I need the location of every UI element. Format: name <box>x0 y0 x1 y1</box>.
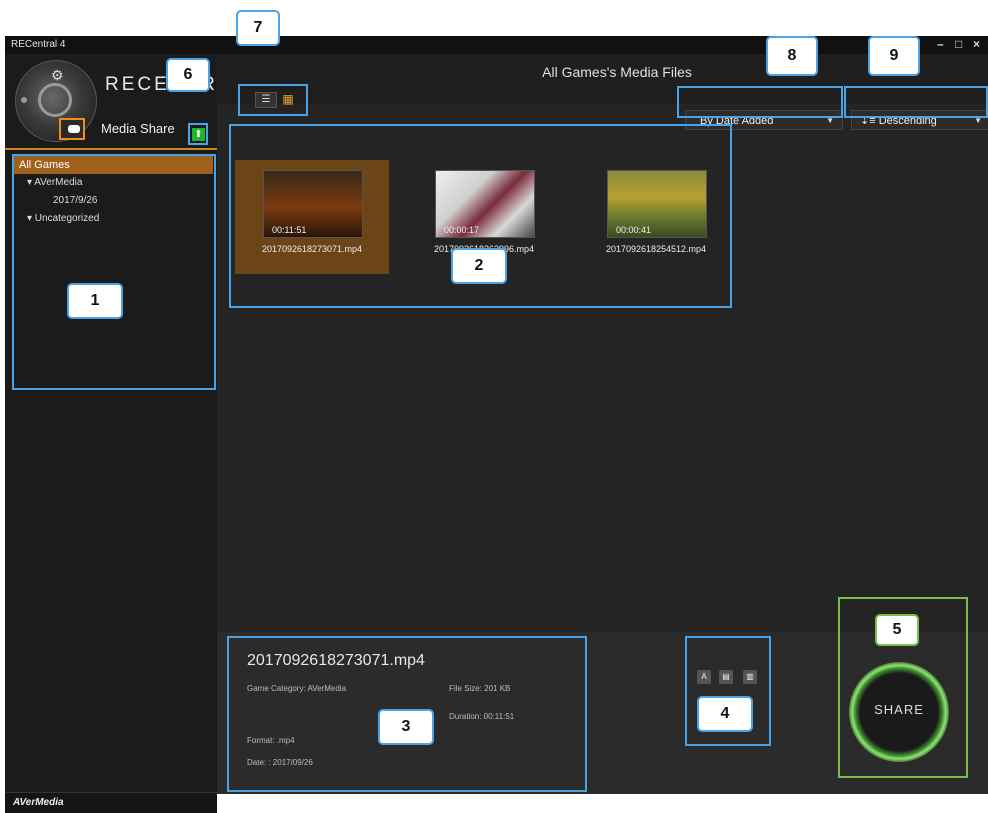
upload-icon[interactable]: ⬆ <box>192 128 205 141</box>
annotation-frame-1 <box>12 154 216 390</box>
close-button[interactable]: × <box>973 37 980 51</box>
upload-frame: ⬆ <box>188 123 208 145</box>
app-title: RECentral 4 <box>11 39 66 50</box>
callout-4: 4 <box>697 696 753 732</box>
annotation-frame-7 <box>238 84 308 116</box>
callout-5: 5 <box>875 614 919 646</box>
minimize-button[interactable]: – <box>937 37 944 51</box>
annotation-frame-9 <box>844 86 988 118</box>
callout-3: 3 <box>378 709 434 745</box>
sidebar-footer: AVerMedia <box>5 792 217 813</box>
gear-icon[interactable]: ⚙ <box>51 67 64 84</box>
footer-logo: AVerMedia <box>13 797 64 808</box>
logo-ring-icon <box>38 83 72 117</box>
callout-2: 2 <box>451 248 507 284</box>
callout-9: 9 <box>868 36 920 76</box>
callout-6: 6 <box>166 58 210 92</box>
callout-7: 7 <box>236 10 280 46</box>
media-share-tab[interactable] <box>59 118 85 140</box>
page-title: All Games's Media Files <box>542 64 692 80</box>
annotation-frame-8 <box>677 86 843 118</box>
section-title: Media Share <box>101 121 175 136</box>
dial-dot-icon <box>21 97 27 103</box>
callout-1: 1 <box>67 283 123 319</box>
folder-icon <box>68 125 80 133</box>
divider <box>5 148 217 150</box>
maximize-button[interactable]: □ <box>955 37 962 51</box>
title-bar: RECentral 4 – □ × <box>5 36 988 54</box>
callout-8: 8 <box>766 36 818 76</box>
